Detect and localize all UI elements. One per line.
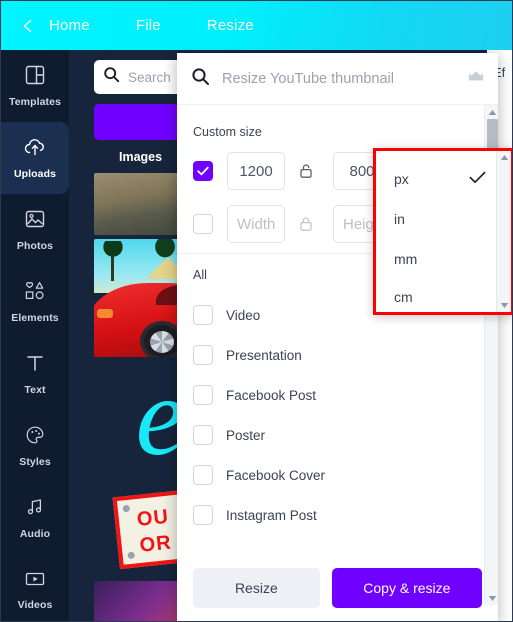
triangle-up-icon[interactable] [485, 105, 499, 119]
option-label: Poster [226, 427, 266, 443]
video-icon [23, 569, 47, 594]
sidebar-label-videos: Videos [17, 599, 53, 611]
option-presentation[interactable]: Presentation [193, 335, 483, 375]
topbar-item-home[interactable]: Home [49, 17, 90, 34]
unit-option-cm[interactable]: cm [376, 277, 496, 317]
option-label: Facebook Post [226, 387, 317, 403]
option-checkbox[interactable] [193, 425, 213, 445]
sidebar-item-templates[interactable]: Templates [1, 50, 69, 122]
triangle-up-icon[interactable] [497, 151, 512, 164]
sidebar-label-elements: Elements [11, 312, 59, 324]
option-label: Instagram Post [226, 507, 317, 523]
sidebar-item-elements[interactable]: Elements [1, 266, 69, 338]
crown-icon [468, 70, 484, 88]
sidebar-label-templates: Templates [8, 96, 62, 108]
custom-size-row-1: 1200 800 [193, 152, 391, 190]
sidebar-item-photos[interactable]: Photos [1, 194, 69, 266]
sign-screw [122, 504, 131, 513]
dialog-search-value: Resize YouTube thumbnail [222, 70, 394, 87]
sidebar-label-uploads: Uploads [13, 168, 57, 180]
sidebar-item-styles[interactable]: Styles [1, 410, 69, 482]
custom-size-heading: Custom size [193, 125, 262, 139]
resize-dialog: Resize YouTube thumbnail Custom size 120… [177, 53, 512, 621]
topbar-item-file[interactable]: File [136, 17, 161, 34]
uploads-panel: Search Images AlphrGuide Unbox e [69, 50, 193, 621]
option-instagram-post[interactable]: Instagram Post [193, 495, 483, 535]
text-icon [24, 352, 46, 379]
option-label: Presentation [226, 347, 302, 363]
car-headlight [97, 309, 113, 318]
sign-screw [127, 551, 136, 560]
custom-size-checkbox-1[interactable] [193, 161, 213, 181]
unit-option-in[interactable]: in [376, 199, 496, 239]
car-rim [150, 331, 174, 353]
music-note-icon [24, 496, 46, 523]
unit-option-label: mm [394, 251, 418, 267]
option-facebook-post[interactable]: Facebook Post [193, 375, 483, 415]
canva-resize-screen: Home File Resize Templates Uploads Photo… [0, 0, 513, 622]
panel-images-heading: Images [119, 150, 163, 164]
chevron-left-icon[interactable] [15, 13, 41, 39]
option-checkbox[interactable] [193, 305, 213, 325]
checkmark-icon [469, 171, 486, 187]
sidebar-label-photos: Photos [16, 240, 54, 252]
sidebar-label-styles: Styles [19, 456, 51, 468]
triangle-down-icon[interactable] [497, 299, 512, 312]
unit-option-px[interactable]: px [376, 159, 496, 199]
sidebar-label-audio: Audio [19, 528, 51, 540]
unit-option-mm[interactable]: mm [376, 239, 496, 279]
resize-button[interactable]: Resize [193, 568, 320, 608]
dialog-footer: Resize Copy & resize [177, 553, 498, 621]
sidebar-item-audio[interactable]: Audio [1, 482, 69, 554]
search-icon [103, 66, 120, 88]
option-poster[interactable]: Poster [193, 415, 483, 455]
option-label: Video [226, 307, 261, 323]
sidebar-item-text[interactable]: Text [1, 338, 69, 410]
left-rail: Templates Uploads Photos Elements Text S… [1, 50, 69, 621]
size-options-list: Video Presentation Facebook Post Poster … [193, 295, 483, 535]
locked-padlock-icon[interactable] [291, 216, 321, 232]
unit-option-label: cm [394, 289, 413, 305]
sign-text-line-2: OR [138, 531, 173, 557]
unit-dropdown-scrollbar[interactable] [496, 151, 511, 312]
unit-option-label: px [394, 171, 409, 187]
option-checkbox[interactable] [193, 465, 213, 485]
unit-dropdown-options: px in mm cm [376, 151, 496, 312]
all-section-heading: All [193, 268, 207, 282]
sidebar-item-uploads[interactable]: Uploads [1, 122, 69, 194]
shapes-icon [23, 280, 47, 307]
custom-size-row-2: Width Height [193, 205, 391, 243]
option-checkbox[interactable] [193, 345, 213, 365]
photo-icon [24, 208, 46, 235]
option-label: Facebook Cover [226, 467, 326, 483]
search-icon [191, 67, 210, 91]
panel-search-placeholder: Search [128, 69, 171, 85]
unit-option-label: in [394, 211, 405, 227]
sign-text-line-1: OU [135, 505, 171, 531]
templates-icon [24, 64, 46, 91]
palette-icon [24, 424, 46, 451]
cloud-upload-icon [23, 136, 47, 163]
width-input-2[interactable]: Width [227, 205, 285, 243]
sidebar-item-videos[interactable]: Videos [1, 554, 69, 621]
sidebar-label-text: Text [24, 384, 46, 396]
custom-size-checkbox-2[interactable] [193, 214, 213, 234]
option-checkbox[interactable] [193, 385, 213, 405]
palm-trunk [111, 255, 114, 281]
top-bar: Home File Resize [1, 1, 512, 50]
width-input-1[interactable]: 1200 [227, 152, 285, 190]
option-checkbox[interactable] [193, 505, 213, 525]
dialog-search-input[interactable]: Resize YouTube thumbnail [177, 53, 498, 105]
unlocked-padlock-icon[interactable] [291, 163, 321, 179]
unit-dropdown-menu[interactable]: px in mm cm [373, 148, 512, 315]
option-facebook-cover[interactable]: Facebook Cover [193, 455, 483, 495]
copy-and-resize-button[interactable]: Copy & resize [331, 568, 482, 608]
triangle-down-icon[interactable] [485, 591, 499, 605]
topbar-item-resize[interactable]: Resize [207, 17, 254, 34]
